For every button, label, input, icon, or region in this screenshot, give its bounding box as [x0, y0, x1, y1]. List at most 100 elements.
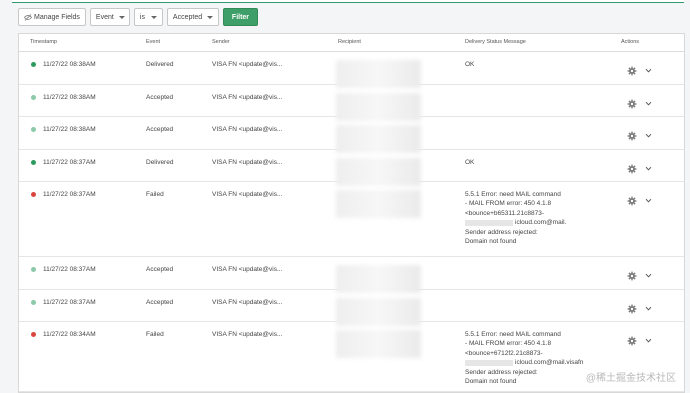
message-text: <bounce+6712f2.21c8873- [465, 349, 543, 357]
message-text: <bounce+b65311.21c8873- [465, 209, 545, 217]
table-row[interactable]: 11/27/22 08:37AM Failed VISA FN <update@… [19, 182, 684, 257]
gear-icon[interactable] [627, 196, 637, 206]
recipient-redacted [336, 125, 421, 153]
sender-cell: VISA FN <update@vis... [212, 191, 283, 198]
table-row[interactable]: 11/27/22 08:37AM Accepted VISA FN <updat… [19, 290, 684, 326]
chevron-down-icon[interactable] [645, 272, 652, 279]
table-row[interactable]: 11/27/22 08:38AM Accepted VISA FN <updat… [19, 117, 684, 153]
event-cell: Failed [146, 331, 164, 338]
delivery-message: OK [465, 158, 474, 167]
table-row[interactable]: 11/27/22 08:38AM Accepted VISA FN <updat… [19, 85, 684, 121]
eye-slash-icon [24, 13, 32, 21]
gear-icon[interactable] [627, 271, 637, 281]
status-dot [31, 332, 36, 337]
chevron-down-icon [150, 15, 157, 19]
message-text: icloud.com@mail. [515, 219, 567, 227]
events-table: Timestamp Event Sender Recipient Deliver… [18, 33, 685, 393]
status-dot [31, 192, 36, 197]
header-actions: Actions [621, 39, 640, 45]
gear-icon[interactable] [627, 164, 637, 174]
header-event: Event [146, 39, 161, 45]
timestamp-cell: 11/27/22 08:37AM [43, 299, 96, 306]
filter-toolbar: Manage Fields Event is Accepted Filter [18, 8, 259, 26]
timestamp-cell: 11/27/22 08:34AM [43, 331, 96, 338]
message-line: Sender address rejected: [465, 228, 566, 237]
sender-cell: VISA FN <update@vis... [212, 299, 283, 306]
redacted-text [465, 359, 513, 366]
event-cell: Accepted [146, 299, 174, 306]
chevron-down-icon[interactable] [645, 67, 652, 74]
value-select[interactable]: Accepted [166, 8, 219, 26]
operator-value: is [139, 13, 145, 21]
filter-button[interactable]: Filter [222, 8, 259, 26]
gear-icon[interactable] [627, 99, 637, 109]
recipient-redacted [336, 190, 421, 218]
sender-cell: VISA FN <update@vis... [212, 159, 283, 166]
status-dot [31, 267, 36, 272]
delivery-message: 5.5.1 Error: need MAIL command - MAIL FRO… [465, 190, 566, 246]
gear-icon[interactable] [627, 66, 637, 76]
status-dot [31, 62, 36, 67]
status-dot [31, 300, 36, 305]
status-dot [31, 127, 36, 132]
manage-fields-button[interactable]: Manage Fields [18, 8, 86, 26]
gear-icon[interactable] [627, 336, 637, 346]
watermark: @稀土掘金技术社区 [585, 373, 676, 384]
gear-icon[interactable] [627, 304, 637, 314]
event-field-select[interactable]: Event [89, 8, 130, 26]
chevron-down-icon[interactable] [645, 132, 652, 139]
chevron-down-icon[interactable] [645, 337, 652, 344]
message-line: <bounce+b65311.21c8873- [465, 209, 566, 218]
message-text: Sender address rejected: [465, 368, 538, 376]
timestamp-cell: 11/27/22 08:38AM [43, 94, 96, 101]
recipient-redacted [336, 330, 421, 358]
message-line: icloud.com@mail.visafn [465, 358, 583, 367]
chevron-down-icon[interactable] [645, 165, 652, 172]
event-cell: Delivered [146, 61, 174, 68]
chevron-down-icon[interactable] [645, 305, 652, 312]
gear-icon[interactable] [627, 131, 637, 141]
table-row[interactable]: 11/27/22 08:34AM Failed VISA FN <update@… [19, 322, 684, 392]
message-line: 5.5.1 Error: need MAIL command [465, 190, 566, 199]
message-text: icloud.com@mail.visafn [515, 359, 584, 367]
table-row[interactable]: 11/27/22 08:37AM Delivered VISA FN <upda… [19, 150, 684, 186]
header-recipient: Recipient [338, 39, 361, 45]
sender-cell: VISA FN <update@vis... [212, 61, 283, 68]
message-line: OK [465, 158, 474, 167]
event-cell: Accepted [146, 266, 174, 273]
delivery-message: 5.5.1 Error: need MAIL command - MAIL FRO… [465, 330, 583, 386]
delivery-message: OK [465, 60, 474, 69]
message-text: Domain not found [465, 238, 517, 246]
message-text: - MAIL FROM error: 450 4.1.8 [465, 200, 552, 208]
message-text: Sender address rejected: [465, 228, 538, 236]
sender-cell: VISA FN <update@vis... [212, 126, 283, 133]
selected-value: Accepted [172, 13, 203, 21]
message-line: Domain not found [465, 237, 566, 246]
event-cell: Accepted [146, 126, 174, 133]
message-line: icloud.com@mail. [465, 218, 566, 227]
table-row[interactable]: 11/27/22 08:37AM Accepted VISA FN <updat… [19, 257, 684, 293]
recipient-redacted [336, 265, 421, 293]
message-line: - MAIL FROM error: 450 4.1.8 [465, 199, 566, 208]
message-line: Domain not found [465, 377, 583, 386]
operator-select[interactable]: is [133, 8, 163, 26]
message-text: Domain not found [465, 378, 517, 386]
table-header: Timestamp Event Sender Recipient Deliver… [19, 34, 684, 52]
redacted-text [465, 219, 513, 226]
timestamp-cell: 11/27/22 08:38AM [43, 126, 96, 133]
message-text: 5.5.1 Error: need MAIL command [465, 331, 561, 338]
header-timestamp: Timestamp [30, 39, 57, 45]
chevron-down-icon[interactable] [645, 100, 652, 107]
chevron-down-icon[interactable] [645, 197, 652, 204]
chevron-down-icon [118, 15, 125, 19]
message-line: <bounce+6712f2.21c8873- [465, 349, 583, 358]
message-text: OK [465, 61, 475, 68]
sender-cell: VISA FN <update@vis... [212, 331, 283, 338]
message-text: OK [465, 159, 475, 166]
timestamp-cell: 11/27/22 08:37AM [43, 191, 96, 198]
header-sender: Sender [212, 39, 230, 45]
message-line: OK [465, 60, 474, 69]
status-dot [31, 160, 36, 165]
table-row[interactable]: 11/27/22 08:38AM Delivered VISA FN <upda… [19, 52, 684, 88]
sender-cell: VISA FN <update@vis... [212, 266, 283, 273]
